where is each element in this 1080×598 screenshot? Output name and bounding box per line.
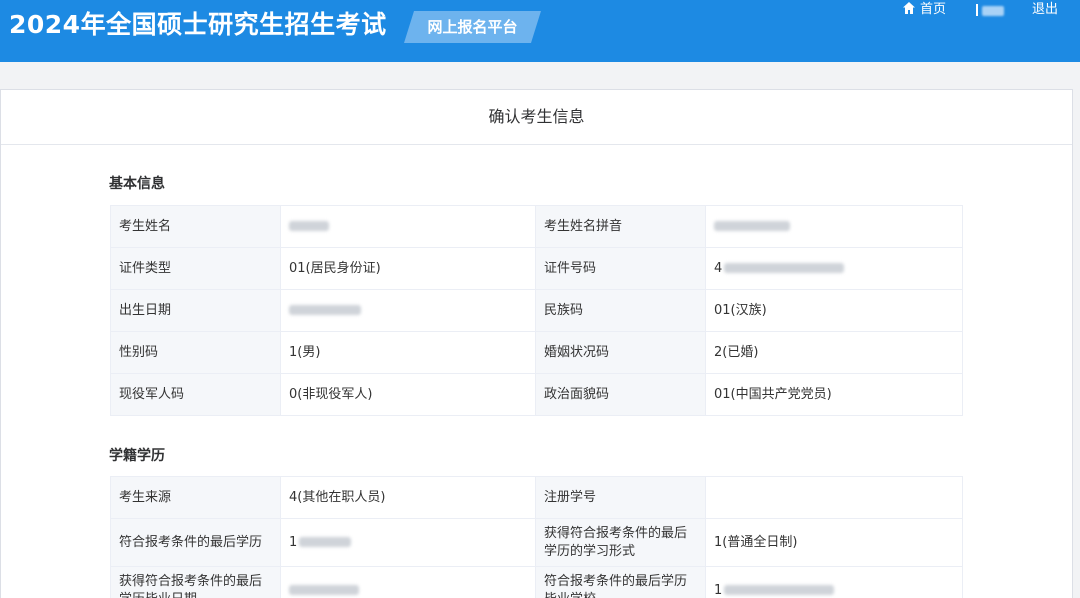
section-title-education: 学籍学历 <box>109 448 165 464</box>
value-military: 0(非现役军人) <box>280 373 536 416</box>
education-table: 考生来源 4(其他在职人员) 注册学号 符合报考条件的最后学历 1 获得符合报考… <box>110 476 963 598</box>
redacted-value <box>289 305 361 315</box>
label-marital-status: 婚姻状况码 <box>535 331 706 374</box>
graduation-school-prefix: 1 <box>714 582 723 598</box>
table-row: 性别码 1(男) 婚姻状况码 2(已婚) <box>110 331 963 374</box>
table-row: 现役军人码 0(非现役军人) 政治面貌码 01(中国共产党党员) <box>110 373 963 416</box>
nav-home-link[interactable]: 首页 <box>902 0 946 20</box>
label-study-mode: 获得符合报考条件的最后学历的学习形式 <box>535 518 706 567</box>
label-graduation-date: 获得符合报考条件的最后学历毕业日期 <box>110 566 281 598</box>
label-id-type: 证件类型 <box>110 247 281 290</box>
basic-info-table: 考生姓名 考生姓名拼音 证件类型 01(居民身份证) 证件号码 4 出生日期 民… <box>110 205 963 416</box>
label-military: 现役军人码 <box>110 373 281 416</box>
final-degree-prefix: 1 <box>289 534 298 550</box>
label-ethnicity: 民族码 <box>535 289 706 332</box>
table-row: 考生姓名 考生姓名拼音 <box>110 205 963 248</box>
value-study-mode: 1(普通全日制) <box>705 518 963 567</box>
site-title: 2024年全国硕士研究生招生考试 <box>9 10 387 39</box>
label-name-pinyin: 考生姓名拼音 <box>535 205 706 248</box>
table-row: 符合报考条件的最后学历 1 获得符合报考条件的最后学历的学习形式 1(普通全日制… <box>110 518 963 567</box>
label-candidate-source: 考生来源 <box>110 476 281 519</box>
value-name <box>280 205 536 248</box>
value-registration-number <box>705 476 963 519</box>
table-row: 获得符合报考条件的最后学历毕业日期 符合报考条件的最后学历毕业学校 1 <box>110 566 963 598</box>
label-birth-date: 出生日期 <box>110 289 281 332</box>
platform-tag: 网上报名平台 <box>404 11 541 43</box>
redacted-username <box>982 6 1004 16</box>
nav-home-label: 首页 <box>920 2 947 17</box>
label-political-status: 政治面貌码 <box>535 373 706 416</box>
value-birth-date <box>280 289 536 332</box>
label-name: 考生姓名 <box>110 205 281 248</box>
nav-logout-link[interactable]: 退出 <box>1032 0 1058 20</box>
label-registration-number: 注册学号 <box>535 476 706 519</box>
value-id-type: 01(居民身份证) <box>280 247 536 290</box>
value-graduation-school: 1 <box>705 566 963 598</box>
redacted-value <box>724 263 845 273</box>
section-title-basic: 基本信息 <box>109 176 165 192</box>
id-number-prefix: 4 <box>714 260 723 276</box>
label-id-number: 证件号码 <box>535 247 706 290</box>
value-marital-status: 2(已婚) <box>705 331 963 374</box>
value-gender: 1(男) <box>280 331 536 374</box>
redacted-value <box>714 221 790 231</box>
home-icon <box>903 2 915 14</box>
table-row: 考生来源 4(其他在职人员) 注册学号 <box>110 476 963 519</box>
top-header: 2024年全国硕士研究生招生考试 网上报名平台 首页 退出 <box>0 0 1080 62</box>
value-id-number: 4 <box>705 247 963 290</box>
value-final-degree: 1 <box>280 518 536 567</box>
value-candidate-source: 4(其他在职人员) <box>280 476 536 519</box>
redacted-value <box>289 221 329 231</box>
nav-user-name[interactable] <box>976 3 1004 17</box>
value-ethnicity: 01(汉族) <box>705 289 963 332</box>
redacted-value <box>724 585 835 595</box>
table-row: 证件类型 01(居民身份证) 证件号码 4 <box>110 247 963 290</box>
label-final-degree: 符合报考条件的最后学历 <box>110 518 281 567</box>
user-divider <box>976 4 978 16</box>
redacted-value <box>289 585 359 595</box>
card-title: 确认考生信息 <box>1 90 1072 145</box>
redacted-value <box>299 537 352 547</box>
value-political-status: 01(中国共产党党员) <box>705 373 963 416</box>
label-graduation-school: 符合报考条件的最后学历毕业学校 <box>535 566 706 598</box>
value-graduation-date <box>280 566 536 598</box>
table-row: 出生日期 民族码 01(汉族) <box>110 289 963 332</box>
label-gender: 性别码 <box>110 331 281 374</box>
value-name-pinyin <box>705 205 963 248</box>
